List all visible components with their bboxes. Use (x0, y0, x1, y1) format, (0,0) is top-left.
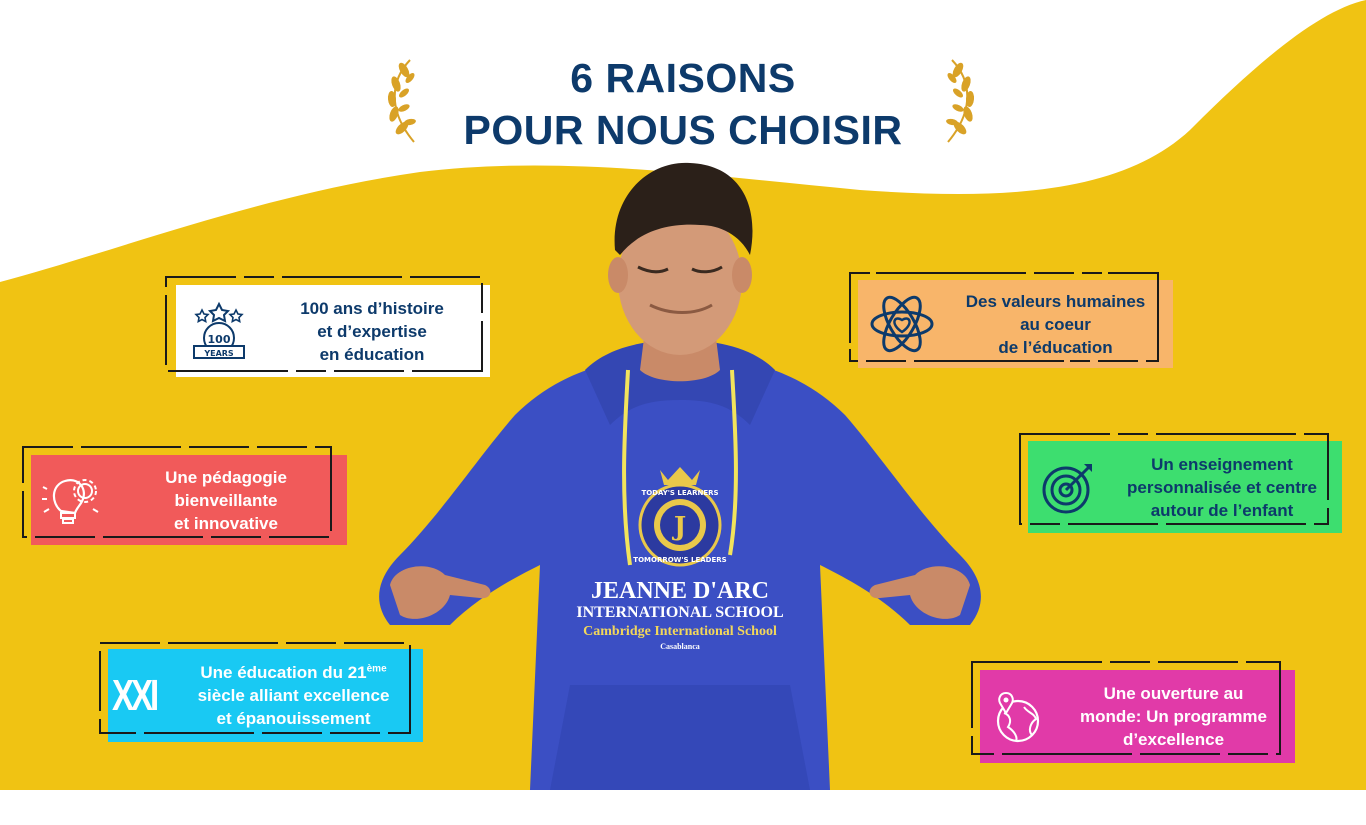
atom-heart-icon (870, 295, 934, 353)
reason-card-history: 100 YEARS 100 ans d’histoire et d’expert… (165, 276, 490, 377)
title-line-2: POUR NOUS CHOISIR (463, 107, 903, 153)
reason-text: Une ouverture au monde: Un programme d’e… (1060, 682, 1295, 751)
hoodie-cambridge: Cambridge International School (583, 624, 777, 639)
reason-line: et épanouissement (216, 709, 371, 728)
reason-line: Un enseignement (1151, 454, 1293, 474)
reason-line: en éducation (319, 344, 425, 364)
reason-line: 100 ans d’histoire (300, 298, 444, 318)
reason-line: de l’éducation (998, 337, 1113, 357)
target-arrow-icon (1042, 464, 1092, 514)
reason-card-international: Une ouverture au monde: Un programme d’e… (971, 661, 1295, 763)
reason-text: Une pédagogie bienveillante et innovativ… (113, 466, 347, 535)
reason-line: monde: Un programme (1079, 707, 1268, 726)
crest-motto-bottom: TOMORROW'S LEADERS (633, 556, 726, 564)
hoodie-school-name: JEANNE D'ARC (591, 578, 769, 604)
badge-number: 100 (208, 333, 231, 346)
reason-text: Des valeurs humaines au coeur de l’éduca… (946, 290, 1173, 359)
reason-line: Des valeurs humaines (965, 291, 1146, 311)
reason-line: et d’expertise (317, 321, 427, 341)
reason-card-personalized: Un enseignement personnalisée et centre … (1019, 433, 1342, 533)
reason-line-part: Une éducation du 21 (200, 663, 367, 682)
reason-card-values: Des valeurs humaines au coeur de l’éduca… (849, 272, 1173, 368)
reason-text: Un enseignement personnalisée et centre … (1110, 453, 1342, 522)
hoodie-school-subtitle: INTERNATIONAL SCHOOL (576, 604, 783, 621)
reason-line: Une pédagogie (165, 467, 287, 487)
superscript-ordinal: ème (366, 663, 387, 675)
student-photo: J TODAY'S LEARNERS TOMORROW'S LEADERS JE… (379, 162, 981, 790)
reason-card-21st-century: XXI Une éducation du 21ème siècle allian… (99, 642, 423, 742)
reason-line: Une éducation du 21ème (172, 661, 415, 684)
globe-pin-icon (996, 691, 1040, 742)
reason-line: bienveillante (174, 490, 278, 510)
reason-text: Une éducation du 21ème siècle alliant ex… (172, 661, 423, 730)
reason-card-pedagogy: Une pédagogie bienveillante et innovativ… (22, 446, 347, 545)
100-years-badge-icon: 100 YEARS (193, 301, 245, 359)
reason-line: personnalisée et centre (1127, 477, 1317, 497)
reason-line: autour de l’enfant (1150, 500, 1294, 520)
lightbulb-gear-icon (42, 479, 99, 524)
crest-letter: J (672, 512, 686, 542)
student-ear-right (732, 257, 752, 293)
crest-motto-top: TODAY'S LEARNERS (641, 489, 718, 497)
hoodie-city: Casablanca (660, 642, 700, 651)
title-line-1: 6 RAISONS (570, 55, 796, 101)
reason-text: 100 ans d’histoire et d’expertise en édu… (262, 297, 490, 366)
reason-line: d’excellence (1122, 730, 1225, 749)
bottom-white-strip (0, 790, 1366, 825)
reason-line: et innovative (174, 513, 278, 533)
reason-line: au coeur (1020, 314, 1091, 334)
badge-years: YEARS (203, 349, 234, 358)
xxi-roman-icon: XXI (112, 671, 159, 720)
reason-line: Une ouverture au (1103, 684, 1244, 703)
page-title: 6 RAISONS POUR NOUS CHOISIR (383, 52, 983, 156)
hoodie-pocket (550, 685, 810, 790)
student-ear-left (608, 257, 628, 293)
reason-line: siècle alliant excellence (197, 686, 390, 705)
